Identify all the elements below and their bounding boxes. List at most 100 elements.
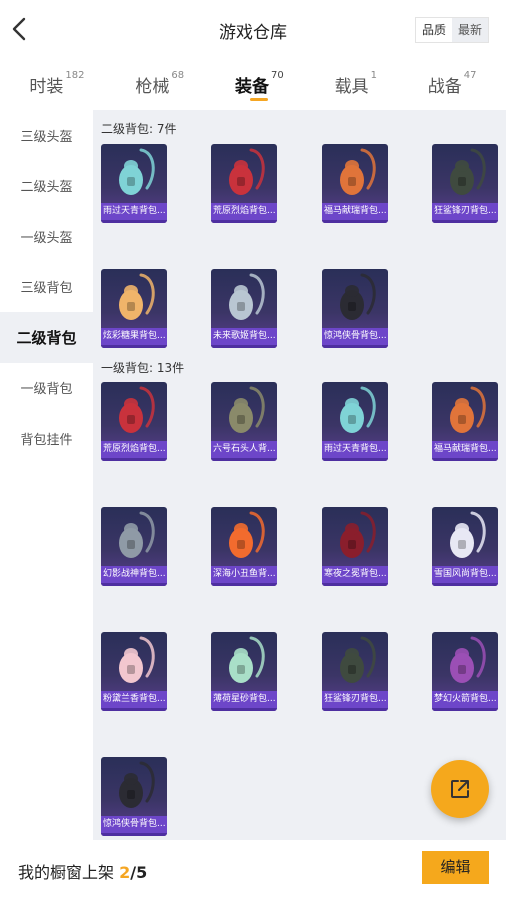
inventory-item[interactable]: 六号石头人背... bbox=[211, 382, 277, 461]
inventory-item[interactable]: 福马献瑞背包... bbox=[322, 144, 388, 223]
sidebar-item-level3-backpack[interactable]: 三级背包 bbox=[0, 262, 93, 313]
active-tab-indicator bbox=[250, 98, 269, 101]
item-name: 荒原烈焰背包... bbox=[101, 441, 167, 458]
backpack-icon bbox=[340, 273, 376, 320]
sidebar-item-backpack-charm[interactable]: 背包挂件 bbox=[0, 413, 93, 464]
item-rarity-bar bbox=[432, 220, 498, 223]
tab-count: 70 bbox=[270, 70, 284, 81]
inventory-item[interactable]: 荒原烈焰背包... bbox=[101, 382, 167, 461]
item-name: 狂鲨锋刃背包... bbox=[322, 691, 388, 708]
backpack-icon bbox=[450, 148, 486, 195]
backpack-icon bbox=[119, 386, 155, 433]
backpack-icon bbox=[229, 636, 265, 683]
inventory-item[interactable]: 福马献瑞背包... bbox=[432, 382, 498, 461]
item-rarity-bar bbox=[322, 220, 388, 223]
tab-count: 47 bbox=[463, 70, 477, 81]
sort-by-newest-button[interactable]: 最新 bbox=[452, 18, 488, 42]
inventory-item[interactable]: 寒夜之冕背包... bbox=[322, 507, 388, 586]
tab-label: 载具 bbox=[334, 77, 369, 97]
section-title-level2-backpack: 二级背包: 7件 bbox=[101, 122, 177, 136]
item-name: 福马献瑞背包... bbox=[432, 441, 498, 458]
sidebar: 三级头盔 二级头盔 一级头盔 三级背包 二级背包 一级背包 背包挂件 bbox=[0, 110, 93, 840]
backpack-icon bbox=[450, 636, 486, 683]
tab-label: 装备 bbox=[234, 77, 269, 97]
sidebar-item-level2-helmet[interactable]: 二级头盔 bbox=[0, 161, 93, 212]
inventory-item[interactable]: 狂鲨锋刃背包... bbox=[322, 632, 388, 711]
item-rarity-bar bbox=[101, 220, 167, 223]
showcase-total: 5 bbox=[136, 863, 148, 882]
inventory-item[interactable]: 深海小丑鱼背... bbox=[211, 507, 277, 586]
item-name: 炫彩糖果背包... bbox=[101, 328, 167, 345]
backpack-icon bbox=[119, 636, 155, 683]
tab-supplies[interactable]: 战备 47 bbox=[428, 64, 477, 108]
backpack-icon bbox=[340, 511, 376, 558]
item-rarity-bar bbox=[211, 458, 277, 461]
edit-button[interactable]: 编辑 bbox=[422, 851, 489, 884]
item-name: 惊鸿侠骨背包... bbox=[322, 328, 388, 345]
item-grid: 二级背包: 7件 一级背包: 13件 雨过天青背包... 荒原烈焰背包... 福马献… bbox=[93, 110, 506, 840]
tab-vehicles[interactable]: 载具 1 bbox=[335, 64, 377, 108]
tab-label: 战备 bbox=[427, 77, 462, 97]
sort-by-quality-button[interactable]: 品质 bbox=[416, 18, 452, 42]
backpack-icon bbox=[119, 148, 155, 195]
item-rarity-bar bbox=[101, 345, 167, 348]
inventory-item[interactable]: 狂鲨锋刃背包... bbox=[432, 144, 498, 223]
showcase-current: 2 bbox=[119, 863, 131, 882]
sidebar-item-level1-helmet[interactable]: 一级头盔 bbox=[0, 211, 93, 262]
item-rarity-bar bbox=[101, 583, 167, 586]
tab-count: 1 bbox=[370, 70, 377, 81]
item-name: 幻影战神背包... bbox=[101, 566, 167, 583]
section-title-level1-backpack: 一级背包: 13件 bbox=[101, 361, 185, 375]
backpack-icon bbox=[340, 386, 376, 433]
item-rarity-bar bbox=[432, 458, 498, 461]
inventory-item[interactable]: 雨过天青背包... bbox=[322, 382, 388, 461]
tab-fashion[interactable]: 时装 182 bbox=[29, 64, 84, 108]
backpack-icon bbox=[450, 386, 486, 433]
sidebar-item-level2-backpack[interactable]: 二级背包 bbox=[0, 312, 93, 363]
inventory-item[interactable]: 梦幻火箭背包... bbox=[432, 632, 498, 711]
inventory-item[interactable]: 雪国风尚背包... bbox=[432, 507, 498, 586]
item-name: 惊鸿侠骨背包... bbox=[101, 816, 167, 833]
item-name: 寒夜之冕背包... bbox=[322, 566, 388, 583]
showcase-status: 我的橱窗上架 2/5 bbox=[18, 859, 147, 883]
item-rarity-bar bbox=[101, 458, 167, 461]
item-name: 深海小丑鱼背... bbox=[211, 566, 277, 583]
item-name: 薄荷星砂背包... bbox=[211, 691, 277, 708]
backpack-icon bbox=[340, 636, 376, 683]
showcase-label: 我的橱窗上架 bbox=[18, 863, 120, 882]
inventory-item[interactable]: 薄荷星砂背包... bbox=[211, 632, 277, 711]
sort-toggle: 品质 最新 bbox=[415, 17, 489, 43]
backpack-icon bbox=[229, 273, 265, 320]
item-rarity-bar bbox=[322, 583, 388, 586]
sidebar-item-level1-backpack[interactable]: 一级背包 bbox=[0, 363, 93, 414]
share-external-icon bbox=[451, 780, 469, 798]
inventory-item[interactable]: 炫彩糖果背包... bbox=[101, 269, 167, 348]
backpack-icon bbox=[340, 148, 376, 195]
item-rarity-bar bbox=[211, 708, 277, 711]
item-name: 粉黛兰香背包... bbox=[101, 691, 167, 708]
item-name: 梦幻火箭背包... bbox=[432, 691, 498, 708]
backpack-icon bbox=[229, 511, 265, 558]
share-button[interactable] bbox=[431, 760, 489, 818]
backpack-icon bbox=[119, 273, 155, 320]
inventory-item[interactable]: 惊鸿侠骨背包... bbox=[322, 269, 388, 348]
tab-guns[interactable]: 枪械 68 bbox=[135, 64, 184, 108]
inventory-item[interactable]: 惊鸿侠骨背包... bbox=[101, 757, 167, 836]
item-rarity-bar bbox=[211, 220, 277, 223]
inventory-item[interactable]: 幻影战神背包... bbox=[101, 507, 167, 586]
item-rarity-bar bbox=[322, 458, 388, 461]
inventory-item[interactable]: 未来歌姬背包... bbox=[211, 269, 277, 348]
backpack-icon bbox=[229, 148, 265, 195]
item-rarity-bar bbox=[322, 345, 388, 348]
inventory-item[interactable]: 粉黛兰香背包... bbox=[101, 632, 167, 711]
item-name: 雪国风尚背包... bbox=[432, 566, 498, 583]
sidebar-item-level3-helmet[interactable]: 三级头盔 bbox=[0, 110, 93, 161]
tab-label: 时装 bbox=[29, 77, 64, 97]
item-name: 福马献瑞背包... bbox=[322, 203, 388, 220]
tab-count: 182 bbox=[65, 70, 85, 81]
tab-equipment[interactable]: 装备 70 bbox=[235, 64, 284, 108]
item-name: 雨过天青背包... bbox=[101, 203, 167, 220]
inventory-item[interactable]: 荒原烈焰背包... bbox=[211, 144, 277, 223]
item-rarity-bar bbox=[322, 708, 388, 711]
inventory-item[interactable]: 雨过天青背包... bbox=[101, 144, 167, 223]
